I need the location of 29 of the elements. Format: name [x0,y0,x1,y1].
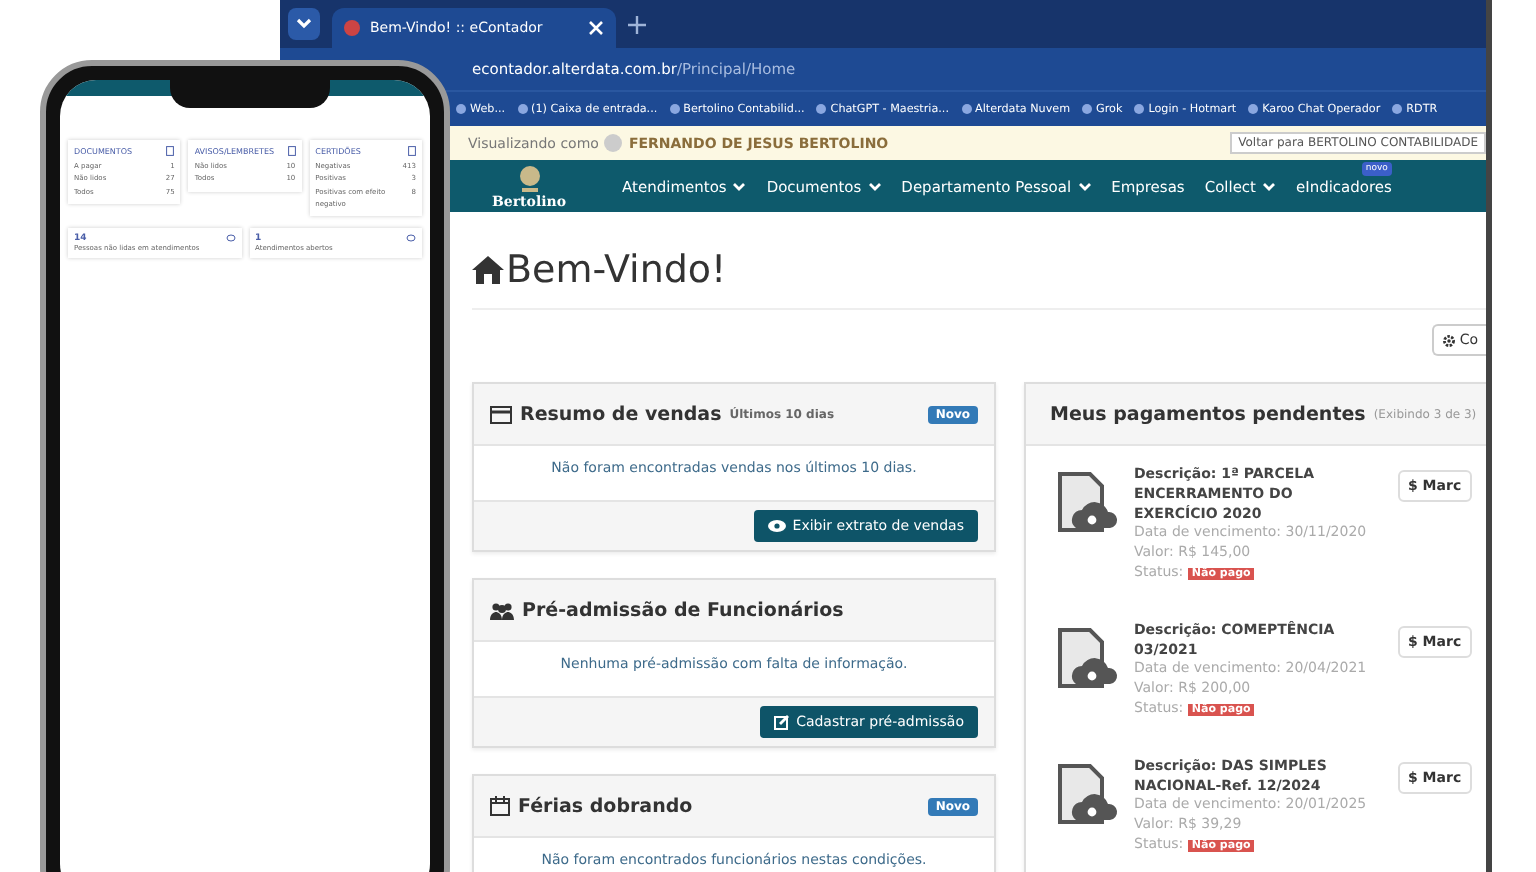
users-icon [490,601,514,619]
edit-icon [774,714,791,730]
caret-icon [1262,181,1276,191]
caret-icon [296,18,312,30]
tab-list-button[interactable] [288,8,320,40]
new-tab-icon[interactable] [628,16,646,34]
caret-icon [732,181,747,191]
avatar-icon [604,134,623,152]
card-icon [490,405,512,423]
home-icon [472,256,504,284]
panel-title: Pré-admissão de Funcionários [522,599,844,621]
document-cloud-icon [1058,763,1118,828]
panel-title: Meus pagamentos pendentes [1050,403,1366,425]
document-icon [407,146,416,156]
caret-icon [867,181,882,191]
document-icon [166,146,175,156]
document-cloud-icon [1058,627,1118,692]
close-icon[interactable] [588,20,604,36]
caret-icon [1077,181,1092,191]
document-icon [287,146,296,156]
document-cloud-icon [1058,472,1118,536]
eye-icon [768,520,787,532]
chat-icon [406,234,416,243]
page-title: Bem-Vindo! [506,248,727,292]
panel-title: Férias dobrando [518,795,693,817]
calendar-icon [490,796,510,816]
chat-icon [225,234,235,243]
gear-icon [1441,333,1456,347]
panel-title: Resumo de vendas [520,403,722,425]
